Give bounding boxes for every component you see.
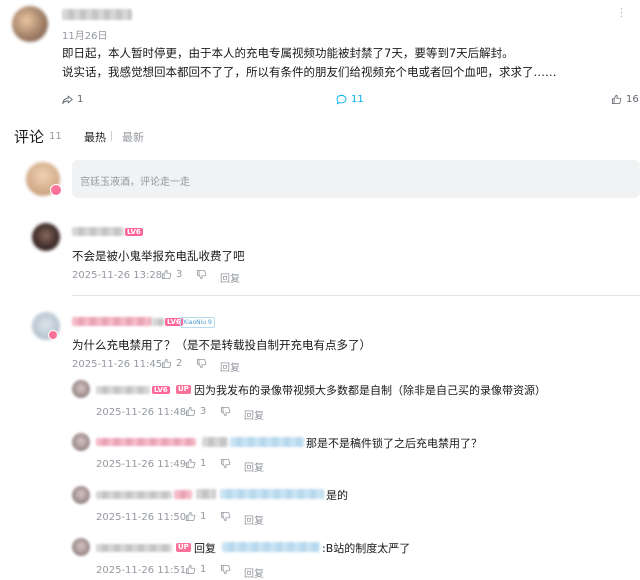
comment-input[interactable]: 宫廷玉液酒，评论走一走 xyxy=(72,160,640,198)
comment-icon xyxy=(336,94,347,105)
reply-button[interactable]: 回复 xyxy=(244,407,264,422)
forward-icon xyxy=(62,95,73,105)
forward-button[interactable]: 1 xyxy=(62,94,83,105)
reply-username[interactable] xyxy=(96,491,172,499)
reply-prefix: 回复 xyxy=(194,542,216,555)
avatar-badge-icon xyxy=(48,330,58,340)
comment-username[interactable] xyxy=(72,317,152,326)
reply-mention[interactable] xyxy=(222,542,320,552)
reply-like-count: 1 xyxy=(200,564,207,575)
comments-title: 评论 xyxy=(14,128,45,146)
thumbs-down-icon xyxy=(220,511,231,522)
comment-count: 11 xyxy=(351,94,364,105)
reply-like-count: 3 xyxy=(200,406,207,417)
comment-like-button[interactable]: 2 xyxy=(161,358,182,369)
post-body: 即日起，本人暂时停更，由于本人的充电专属视频功能被封禁了7天，要等到7天后解封。… xyxy=(62,44,632,82)
comment-text: 不会是被小鬼举报充电乱收费了吧 xyxy=(72,249,245,263)
up-badge: UP xyxy=(176,543,191,552)
sort-divider xyxy=(111,131,112,141)
thumbs-up-icon xyxy=(185,406,196,417)
thumbs-down-icon xyxy=(220,406,231,417)
reply-mention[interactable] xyxy=(230,437,304,447)
reply-like-button[interactable]: 1 xyxy=(185,458,206,469)
comment-like-button[interactable]: 3 xyxy=(161,269,182,280)
reply-avatar[interactable] xyxy=(72,486,90,504)
reply-button[interactable]: 回复 xyxy=(244,565,264,580)
comment-username[interactable] xyxy=(72,227,124,236)
post-author-name[interactable] xyxy=(62,9,132,20)
reply-username[interactable] xyxy=(96,438,196,446)
reply-mention[interactable] xyxy=(220,489,324,499)
comment-like-count: 2 xyxy=(176,358,183,369)
reply-dislike-button[interactable] xyxy=(220,511,231,522)
level-badge: LV6 xyxy=(125,228,143,236)
thumbs-down-icon xyxy=(196,269,207,280)
reply-avatar[interactable] xyxy=(72,538,90,556)
reply-text: :B站的制度太严了 xyxy=(322,542,411,555)
comment-like-count: 3 xyxy=(176,269,183,280)
reply-mention-badge xyxy=(202,437,228,447)
reply-text: 那是不是稿件锁了之后充电禁用了？ xyxy=(306,437,482,450)
reply-time: 2025-11-26 11:50 xyxy=(96,512,187,523)
reply-button[interactable]: 回复 xyxy=(220,359,240,374)
reply-avatar[interactable] xyxy=(72,380,90,398)
reply-time: 2025-11-26 11:51 xyxy=(96,565,187,576)
vip-badge-icon xyxy=(50,184,62,196)
reply-button[interactable]: 回复 xyxy=(244,512,264,527)
comment-text: 为什么充电禁用了？（是不是转载投自制开充电有点多了） xyxy=(72,338,371,352)
reply-dislike-button[interactable] xyxy=(220,564,231,575)
comment-divider xyxy=(72,295,640,296)
medal-badge: XiaoNiu 9 xyxy=(180,317,215,328)
forward-count: 1 xyxy=(77,94,84,105)
reply-avatar[interactable] xyxy=(72,433,90,451)
post-like-count: 16 xyxy=(626,94,639,105)
thumbs-up-icon xyxy=(161,269,172,280)
reply-button[interactable]: 回复 xyxy=(244,459,264,474)
thumbs-down-icon xyxy=(220,458,231,469)
reply-mention-badge xyxy=(196,489,216,499)
reply-text: 是的 xyxy=(326,489,348,502)
comment-time: 2025-11-26 11:45 xyxy=(72,359,163,370)
reply-username[interactable] xyxy=(96,544,172,552)
reply-button[interactable]: 回复 xyxy=(220,270,240,285)
comment-dislike-button[interactable] xyxy=(196,269,207,280)
post-line-2: 说实话，我感觉想回本都回不了了，所以有条件的朋友们给视频充个电或者回个血吧，求求… xyxy=(62,65,557,79)
fan-badge xyxy=(152,318,164,326)
comment-avatar[interactable] xyxy=(32,223,60,251)
reply-like-button[interactable]: 3 xyxy=(185,406,206,417)
thumbs-up-icon xyxy=(185,458,196,469)
reply-time: 2025-11-26 11:49 xyxy=(96,459,187,470)
up-badge: UP xyxy=(176,385,191,394)
reply-dislike-button[interactable] xyxy=(220,458,231,469)
reply-like-count: 1 xyxy=(200,511,207,522)
thumbs-down-icon xyxy=(196,358,207,369)
comment-toggle-button[interactable]: 11 xyxy=(336,94,364,105)
thumbs-up-icon xyxy=(611,94,622,105)
thumbs-up-icon xyxy=(185,564,196,575)
post-author-avatar[interactable] xyxy=(12,6,48,42)
comments-count: 11 xyxy=(49,131,62,142)
sort-hot-tab[interactable]: 最热 xyxy=(84,129,106,145)
reply-text: 因为我发布的录像带视频大多数都是自制（除非是自己买的录像带资源） xyxy=(194,384,546,397)
post-line-1: 即日起，本人暂时停更，由于本人的充电专属视频功能被封禁了7天，要等到7天后解封。 xyxy=(62,46,514,60)
post-like-button[interactable]: 16 xyxy=(611,94,639,105)
reply-badge xyxy=(174,490,192,499)
comment-time: 2025-11-26 13:28 xyxy=(72,270,163,281)
reply-time: 2025-11-26 11:48 xyxy=(96,407,187,418)
reply-like-button[interactable]: 1 xyxy=(185,564,206,575)
reply-like-count: 1 xyxy=(200,458,207,469)
level-badge: LV6 xyxy=(152,386,170,394)
reply-like-button[interactable]: 1 xyxy=(185,511,206,522)
reply-username[interactable] xyxy=(96,386,150,394)
sort-new-tab[interactable]: 最新 xyxy=(122,129,144,145)
post-date: 11月26日 xyxy=(62,31,108,42)
reply-dislike-button[interactable] xyxy=(220,406,231,417)
comment-dislike-button[interactable] xyxy=(196,358,207,369)
comment-input-placeholder: 宫廷玉液酒，评论走一走 xyxy=(80,177,190,188)
thumbs-up-icon xyxy=(161,358,172,369)
more-icon[interactable]: ⋮ xyxy=(616,6,636,19)
thumbs-up-icon xyxy=(185,511,196,522)
thumbs-down-icon xyxy=(220,564,231,575)
